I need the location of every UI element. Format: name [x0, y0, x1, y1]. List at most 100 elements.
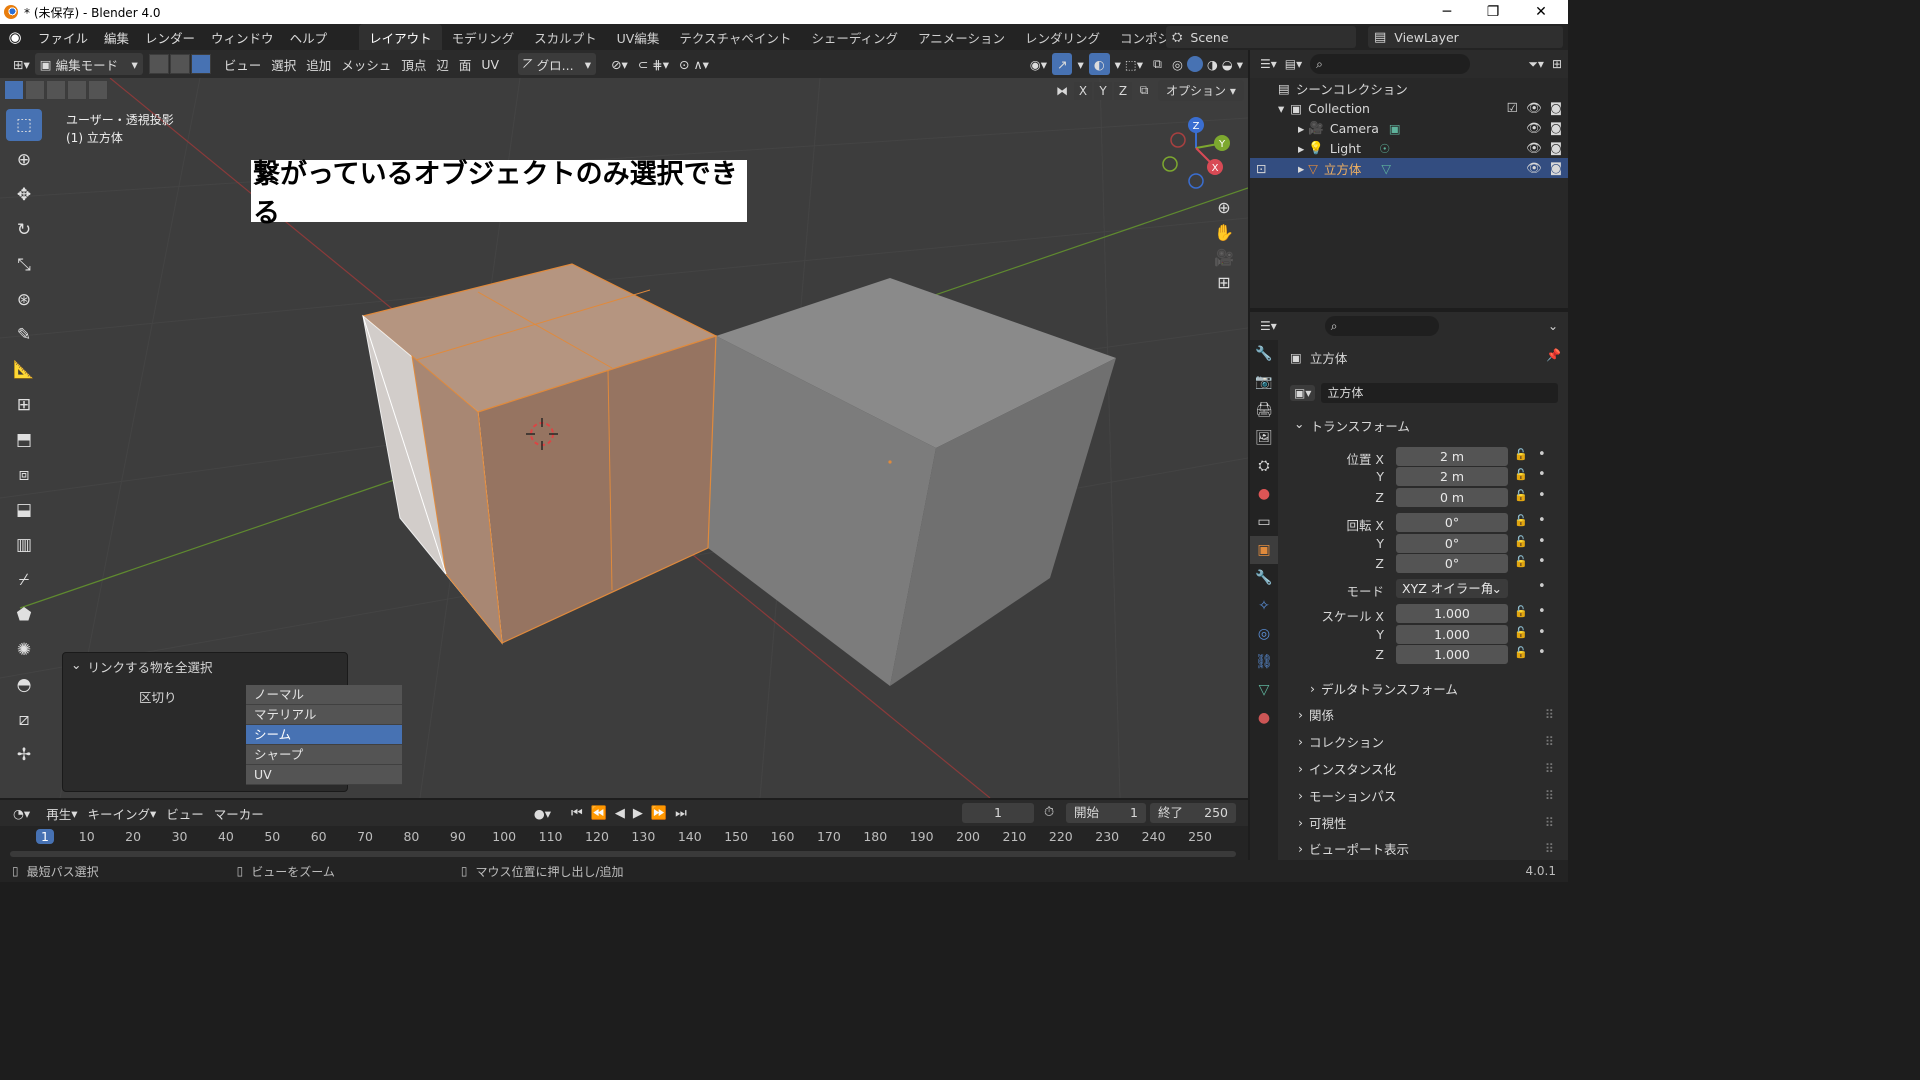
section-instancing[interactable]: › インスタンス化 ⠿ [1290, 756, 1558, 780]
expand-arrow-icon[interactable]: ▸ [1298, 161, 1304, 176]
lock-icon[interactable]: 🔓 [1514, 514, 1528, 527]
menu-window[interactable]: ウィンドウ [203, 28, 282, 47]
eye-icon[interactable]: 👁 [1526, 120, 1542, 136]
scale-tool-icon[interactable]: ⤡ [6, 249, 42, 281]
tab-animation[interactable]: アニメーション [908, 24, 1015, 51]
delimit-option-uv[interactable]: UV [246, 765, 402, 785]
menu-edit[interactable]: 編集 [96, 28, 137, 47]
scene-selector[interactable]: ⛭ Scene [1166, 26, 1356, 48]
keyframe-dot-icon[interactable]: • [1538, 513, 1546, 528]
options-dropdown[interactable]: オプション ▾ [1158, 80, 1244, 101]
camera-view-icon[interactable]: 🎥 [1214, 248, 1234, 267]
physics-tab-icon[interactable]: ◎ [1250, 620, 1278, 648]
lock-icon[interactable]: 🔓 [1514, 605, 1528, 618]
clock-editor-icon[interactable]: ◔▾ [8, 802, 35, 824]
end-frame-field[interactable]: 終了 250 [1150, 803, 1236, 823]
close-button[interactable]: ✕ [1518, 0, 1564, 24]
loop-cut-tool-icon[interactable]: ▥ [6, 529, 42, 561]
lock-icon[interactable]: 🔓 [1514, 468, 1528, 481]
select-intersect-icon[interactable] [88, 80, 108, 100]
properties-editor-icon[interactable]: ☰▾ [1260, 319, 1277, 333]
gizmo-toggle-icon[interactable]: ↗ [1051, 53, 1073, 75]
outliner-item-camera[interactable]: ▸ 🎥 Camera ▣ 👁 ◙ [1250, 118, 1568, 138]
zoom-icon[interactable]: ⊕ [1217, 198, 1230, 217]
select-box-tool-icon[interactable]: ⬚ [6, 109, 42, 141]
scale-z-field[interactable]: 1.000 [1396, 645, 1508, 664]
output-tab-icon[interactable]: 🖨 [1250, 396, 1278, 424]
view-layer-tab-icon[interactable]: 🖼 [1250, 424, 1278, 452]
tab-uv-editing[interactable]: UV編集 [607, 24, 670, 51]
editor-type-icon[interactable]: ⊞▾ [8, 53, 35, 75]
knife-tool-icon[interactable]: ⌿ [6, 564, 42, 596]
face-select-button[interactable] [190, 54, 211, 74]
expand-arrow-icon[interactable]: ▸ [1298, 141, 1304, 156]
material-shading-icon[interactable]: ◑ [1207, 57, 1218, 72]
lock-icon[interactable]: 🔓 [1514, 535, 1528, 548]
jump-end-icon[interactable]: ⏭ [675, 806, 687, 821]
section-viewport-display[interactable]: › ビューポート表示 ⠿ [1290, 836, 1558, 860]
bevel-tool-icon[interactable]: ⬓ [6, 494, 42, 526]
extrude-tool-icon[interactable]: ⬒ [6, 424, 42, 456]
shrink-fatten-tool-icon[interactable]: ✢ [6, 739, 42, 771]
section-visibility[interactable]: › 可視性 ⠿ [1290, 810, 1558, 834]
annotate-tool-icon[interactable]: ✎ [6, 319, 42, 351]
timeline-scrollbar[interactable] [10, 851, 1236, 857]
expand-arrow-icon[interactable]: ▾ [1278, 101, 1284, 116]
object-tab-icon[interactable]: ▣ [1250, 536, 1278, 564]
current-frame-field[interactable]: 1 [962, 803, 1034, 823]
inset-tool-icon[interactable]: ⧈ [6, 459, 42, 491]
select-invert-icon[interactable] [67, 80, 87, 100]
tab-shading[interactable]: シェーディング [801, 24, 908, 51]
select-new-icon[interactable] [4, 80, 24, 100]
location-x-field[interactable]: 2 m [1396, 447, 1508, 466]
menu-vertex[interactable]: 頂点 [396, 53, 431, 75]
collection-tab-icon[interactable]: ▭ [1250, 508, 1278, 536]
record-icon[interactable]: ●▾ [529, 802, 556, 824]
outliner-item-cube[interactable]: ⊡ ▸ ▽ 立方体 ▽ 👁 ◙ [1250, 158, 1568, 178]
menu-render[interactable]: レンダー [137, 28, 203, 47]
tab-rendering[interactable]: レンダリング [1015, 24, 1110, 51]
stopwatch-icon[interactable]: ⏱ [1044, 805, 1054, 820]
prev-keyframe-icon[interactable]: ⏪ [591, 806, 607, 821]
select-extend-icon[interactable] [25, 80, 45, 100]
xray-icon[interactable]: ⧉ [1148, 53, 1167, 75]
outliner-editor-icon[interactable]: ☰▾ [1260, 57, 1277, 71]
menu-playback[interactable]: 再生 ▾ [41, 802, 82, 824]
object-data-icon[interactable]: ▣▾ [1290, 385, 1316, 401]
menu-view[interactable]: ビュー [219, 53, 267, 75]
outliner-scene-collection[interactable]: ▤ シーンコレクション [1250, 78, 1568, 98]
tool-tab-icon[interactable]: 🔧 [1250, 340, 1278, 368]
tab-texture-paint[interactable]: テクスチャペイント [669, 24, 801, 51]
smooth-tool-icon[interactable]: ◓ [6, 669, 42, 701]
pivot-icon[interactable]: ⊘▾ [606, 53, 633, 75]
menu-select[interactable]: 選択 [266, 53, 301, 75]
properties-search-input[interactable]: ⌕ [1324, 316, 1439, 336]
visibility-icon[interactable]: ◉▾ [1025, 53, 1052, 75]
scene-tab-icon[interactable]: ⛭ [1250, 452, 1278, 480]
menu-marker[interactable]: マーカー [209, 802, 269, 824]
location-z-field[interactable]: 0 m [1396, 488, 1508, 507]
keyframe-dot-icon[interactable]: • [1538, 554, 1546, 569]
pan-hand-icon[interactable]: ✋ [1214, 223, 1234, 242]
world-tab-icon[interactable]: ● [1250, 480, 1278, 508]
particles-tab-icon[interactable]: ✧ [1250, 592, 1278, 620]
rotation-z-field[interactable]: 0° [1396, 554, 1508, 573]
delimit-option-sharp[interactable]: シャープ [246, 745, 402, 765]
delimit-option-normal[interactable]: ノーマル [246, 685, 402, 705]
tab-layout[interactable]: レイアウト [359, 23, 442, 51]
transform-tool-icon[interactable]: ⊛ [6, 284, 42, 316]
proportional-edit-icon[interactable]: ⊙ ∧▾ [674, 53, 714, 75]
location-y-field[interactable]: 2 m [1396, 467, 1508, 486]
eye-icon[interactable]: 👁 [1526, 100, 1542, 116]
outliner-collection[interactable]: ▾ ▣ Collection ☑ 👁 ◙ [1250, 98, 1568, 118]
keyframe-dot-icon[interactable]: • [1538, 604, 1546, 619]
keyframe-dot-icon[interactable]: • [1538, 534, 1546, 549]
render-icon[interactable]: ◙ [1550, 160, 1562, 176]
menu-mesh[interactable]: メッシュ [336, 53, 396, 75]
select-subtract-icon[interactable] [46, 80, 66, 100]
add-cube-tool-icon[interactable]: ⊞ [6, 389, 42, 421]
menu-add[interactable]: 追加 [301, 53, 336, 75]
render-icon[interactable]: ◙ [1550, 100, 1562, 116]
maximize-button[interactable]: ❐ [1470, 0, 1516, 24]
operator-panel-header[interactable]: ⌄ リンクする物を全選択 [71, 657, 213, 676]
